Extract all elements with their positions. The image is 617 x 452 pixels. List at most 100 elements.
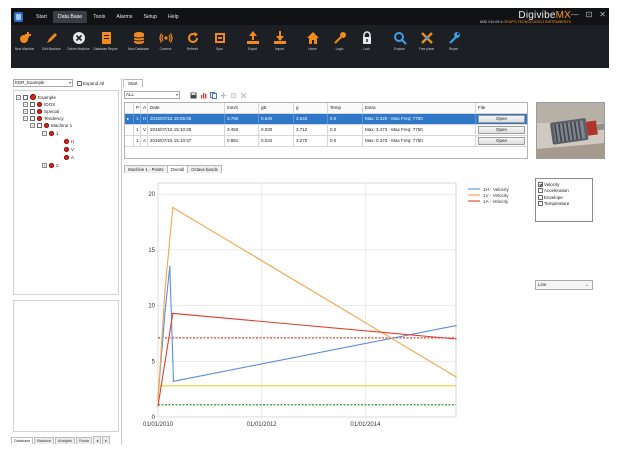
sync-button[interactable]: Sync bbox=[207, 29, 232, 52]
col-header-ge[interactable]: gE bbox=[259, 103, 294, 113]
cell-ge: 0.030 bbox=[259, 125, 294, 135]
tree-checkbox[interactable] bbox=[30, 108, 35, 114]
tree-checkbox[interactable] bbox=[23, 94, 28, 100]
col-header-g[interactable]: g bbox=[294, 103, 328, 113]
checkbox-box[interactable] bbox=[538, 181, 543, 187]
checkbox-box[interactable] bbox=[538, 201, 543, 206]
cut-icon[interactable] bbox=[240, 92, 247, 99]
data-point bbox=[157, 405, 159, 407]
repair-button[interactable]: Repair bbox=[441, 29, 466, 52]
close-button[interactable]: ✕ bbox=[599, 10, 606, 19]
col-header-temp[interactable]: Temp bbox=[328, 103, 363, 113]
tab-scroll-left[interactable]: ◂ bbox=[93, 436, 102, 444]
minimize-button[interactable]: — bbox=[571, 10, 579, 19]
tab-route[interactable]: Route bbox=[76, 437, 93, 444]
collapse-icon[interactable]: − bbox=[16, 94, 21, 100]
edit-machine-button[interactable]: Edit Machine bbox=[39, 29, 64, 52]
tree-checkbox[interactable] bbox=[30, 115, 35, 121]
tab-octave-bands[interactable]: Octave bands bbox=[187, 165, 222, 173]
menu-help[interactable]: Help bbox=[163, 11, 184, 23]
tab-scroll-right[interactable]: ▸ bbox=[102, 436, 111, 444]
tree-node-v[interactable]: V bbox=[64, 146, 74, 152]
table-row[interactable]: ▸ 1 H 2015/07/15 15:05:05 3.750 0.640 3.… bbox=[125, 114, 527, 125]
tree-node-special[interactable]: + Special bbox=[23, 108, 59, 114]
tab-overall[interactable]: Overall bbox=[166, 165, 189, 173]
menu-alarms[interactable]: Alarms bbox=[111, 11, 137, 23]
import-button[interactable]: Import bbox=[267, 29, 292, 52]
col-header-file[interactable]: File bbox=[476, 103, 527, 113]
delete-icon[interactable] bbox=[230, 92, 237, 99]
tree-node-tendency[interactable]: − Tendency bbox=[23, 115, 64, 121]
param-acceleration-checkbox[interactable]: Acceleration bbox=[538, 188, 590, 194]
connect-button[interactable]: Connect bbox=[153, 29, 178, 52]
chart-mode-select[interactable]: Line ⌄ bbox=[535, 280, 593, 290]
menu-start[interactable]: Start bbox=[31, 11, 52, 23]
expand-icon[interactable]: + bbox=[23, 108, 28, 114]
login-button[interactable]: Login bbox=[327, 29, 352, 52]
database-report-button[interactable]: Database Report bbox=[93, 29, 118, 52]
param-velocity-checkbox[interactable]: Velocity bbox=[538, 181, 590, 187]
expand-icon[interactable]: + bbox=[42, 162, 47, 168]
copy-icon[interactable] bbox=[210, 91, 217, 99]
menu-data-base[interactable]: Data Base bbox=[52, 10, 88, 23]
tree-node-machine-1[interactable]: − Machine 1 bbox=[30, 122, 72, 128]
col-header-extra[interactable]: Extra bbox=[363, 103, 476, 113]
explore-button[interactable]: Explore bbox=[387, 29, 412, 52]
menu-tools[interactable]: Tools bbox=[88, 11, 110, 23]
col-header-a[interactable]: A bbox=[141, 103, 148, 113]
free-plane-button[interactable]: Free plane bbox=[414, 29, 439, 52]
tab-balance[interactable]: Balance bbox=[34, 437, 54, 444]
tab-machine-points[interactable]: Machine 1 - Points bbox=[124, 165, 168, 173]
tree-checkbox[interactable] bbox=[37, 122, 42, 128]
export-button[interactable]: Export bbox=[240, 29, 265, 52]
param-temperature-checkbox[interactable]: Temperature bbox=[538, 201, 590, 207]
machine-photo bbox=[536, 102, 605, 159]
tree-node-point-1[interactable]: −1 bbox=[42, 130, 59, 136]
x-tick-label: 01/01/2010 bbox=[143, 422, 174, 428]
open-file-button[interactable]: Open bbox=[478, 126, 525, 134]
checkbox-box[interactable] bbox=[538, 194, 543, 200]
tab-database[interactable]: Database bbox=[11, 437, 34, 444]
menu-setup[interactable]: Setup bbox=[138, 11, 162, 23]
new-database-button[interactable]: New Database bbox=[126, 29, 151, 52]
key-icon bbox=[332, 29, 348, 46]
cell-temp: 0.0 bbox=[328, 136, 363, 146]
tree-node-a[interactable]: A bbox=[64, 154, 74, 160]
chart-icon[interactable] bbox=[200, 92, 207, 99]
param-envelope-checkbox[interactable]: Envelope bbox=[538, 194, 590, 200]
filter-combo[interactable]: ALL ▾ bbox=[124, 91, 180, 99]
open-file-button[interactable]: Open bbox=[478, 137, 525, 145]
expand-all-checkbox[interactable]: Expand All bbox=[77, 80, 104, 86]
tab-start[interactable]: Start bbox=[123, 79, 143, 87]
col-header-p[interactable]: P bbox=[134, 103, 141, 113]
database-combo[interactable]: EDR_Example ▾ bbox=[13, 79, 73, 87]
home-button[interactable]: Home bbox=[300, 29, 325, 52]
tab-analysis[interactable]: Analysis bbox=[55, 437, 76, 444]
tree-node-point-2[interactable]: +2 bbox=[42, 162, 59, 168]
tree-checkbox[interactable] bbox=[30, 101, 35, 107]
app-logo-icon[interactable] bbox=[13, 11, 24, 23]
collapse-icon[interactable]: − bbox=[23, 101, 28, 107]
tree-node-h[interactable]: H bbox=[64, 138, 74, 144]
tree-node-example[interactable]: − Example bbox=[16, 94, 56, 100]
open-file-button[interactable]: Open bbox=[478, 115, 525, 123]
add-icon[interactable] bbox=[220, 92, 227, 99]
delete-machine-button[interactable]: Delete Machine bbox=[66, 29, 91, 52]
status-dot-icon bbox=[64, 138, 69, 144]
edit-pencil-icon bbox=[44, 29, 60, 46]
save-icon[interactable] bbox=[190, 92, 197, 99]
collapse-icon[interactable]: − bbox=[23, 115, 28, 121]
expand-all-box[interactable] bbox=[77, 80, 82, 86]
col-header-mms[interactable]: mm/s bbox=[225, 103, 259, 113]
table-row[interactable]: 1 A 2015/07/15 15:10:37 0.881 0.032 3.27… bbox=[125, 136, 527, 147]
lock-button[interactable]: Lock bbox=[354, 29, 379, 52]
checkbox-box[interactable] bbox=[538, 188, 543, 193]
tree-node-idos[interactable]: − IDOS bbox=[23, 101, 55, 107]
col-header-date[interactable]: Date bbox=[148, 103, 225, 113]
collapse-icon[interactable]: − bbox=[42, 130, 47, 136]
refresh-button[interactable]: Refresh bbox=[180, 29, 205, 52]
restore-button[interactable]: ⊡ bbox=[586, 10, 593, 19]
new-machine-button[interactable]: New Machine bbox=[12, 29, 37, 52]
table-row[interactable]: 1 V 2015/07/15 15:10:28 3.460 0.030 3.71… bbox=[125, 125, 527, 136]
collapse-icon[interactable]: − bbox=[30, 122, 35, 128]
